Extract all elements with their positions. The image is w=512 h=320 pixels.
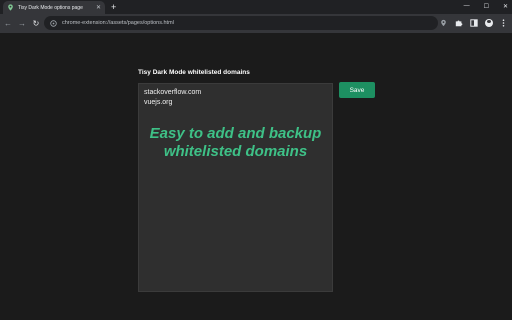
browser-toolbar: ← → ↻ chrome-extension://assets/pages/op… [0, 14, 512, 33]
save-button[interactable]: Save [339, 82, 375, 98]
tab-strip: Tisy Dark Mode options page ✕ + — ☐ ✕ [0, 0, 512, 14]
avatar[interactable] [484, 19, 493, 28]
location-pin-icon [7, 4, 14, 11]
close-window-icon[interactable]: ✕ [503, 3, 508, 10]
extension-icon[interactable] [50, 19, 57, 27]
address-bar[interactable]: chrome-extension://assets/pages/options.… [44, 16, 438, 30]
more-vert-icon[interactable] [499, 19, 508, 28]
window-controls: — ☐ ✕ [464, 0, 508, 12]
forward-button[interactable]: → [16, 18, 28, 30]
promo-caption: Easy to add and backup whitelisted domai… [138, 125, 333, 161]
maximize-icon[interactable]: ☐ [484, 3, 489, 10]
page-title: Tisy Dark Mode whitelisted domains [138, 69, 250, 76]
url-text[interactable]: chrome-extension://assets/pages/options.… [62, 20, 174, 26]
domain-entry: stackoverflow.com [144, 89, 202, 96]
whitelist-textarea[interactable]: stackoverflow.com vuejs.org [138, 83, 333, 292]
puzzle-icon[interactable] [454, 19, 463, 28]
toolbar-actions [439, 17, 508, 29]
domain-entry: vuejs.org [144, 99, 173, 106]
new-tab-button[interactable]: + [111, 2, 116, 12]
promo-line: Easy to add and backup [149, 125, 322, 142]
tab-title: Tisy Dark Mode options page [18, 4, 83, 11]
close-tab-icon[interactable]: ✕ [96, 5, 101, 11]
minimize-icon[interactable]: — [464, 3, 470, 9]
side-panel-icon[interactable] [469, 19, 478, 28]
promo-line: whitelisted domains [163, 143, 308, 160]
profile-icon [484, 19, 493, 27]
back-button[interactable]: ← [2, 18, 14, 30]
tab-options-page[interactable]: Tisy Dark Mode options page ✕ [3, 1, 105, 14]
location-pin-icon[interactable] [439, 19, 448, 28]
reload-button[interactable]: ↻ [30, 18, 42, 30]
